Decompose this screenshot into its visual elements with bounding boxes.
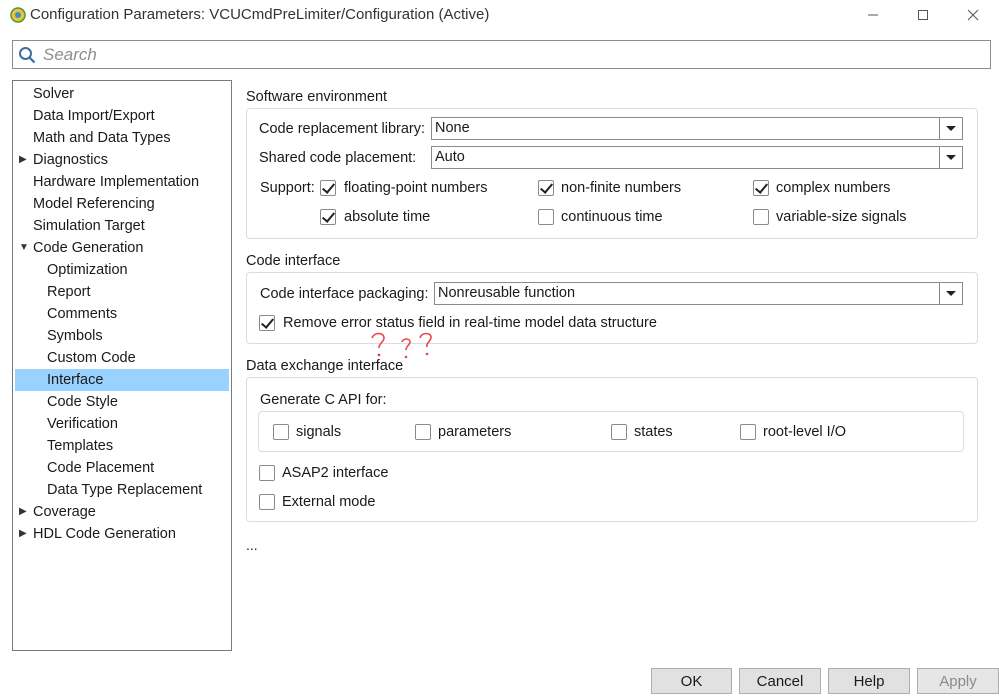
floating-point-label: floating-point numbers [344,180,488,196]
dropdown-arrow-icon[interactable] [939,118,962,139]
asap2-checkbox[interactable] [259,465,275,481]
tree-item-simulation-target[interactable]: Simulation Target [33,215,145,237]
states-checkbox[interactable] [611,424,627,440]
apply-button[interactable]: Apply [917,668,999,694]
non-finite-label: non-finite numbers [561,180,682,196]
continuous-time-checkbox[interactable] [538,209,554,225]
code-interface-packaging-dropdown[interactable]: Nonreusable function [434,282,963,305]
tree-item-model-referencing[interactable]: Model Referencing [33,193,155,215]
minimize-icon [868,14,878,16]
states-label: states [634,424,673,440]
external-mode-label: External mode [282,494,376,510]
data-exchange-title: Data exchange interface [246,358,404,374]
window-title: Configuration Parameters: VCUCmdPreLimit… [30,6,490,23]
search-icon [19,47,36,64]
expand-arrow-icon[interactable]: ▶ [19,149,27,171]
complex-checkbox[interactable] [753,180,769,196]
root-level-io-checkbox[interactable] [740,424,756,440]
tree-item-custom-code[interactable]: Custom Code [47,347,136,369]
generate-c-api-label: Generate C API for: [260,392,387,408]
tree-item-optimization[interactable]: Optimization [47,259,128,281]
shared-code-placement-label: Shared code placement: [259,150,417,166]
parameters-label: parameters [438,424,512,440]
signals-label: signals [296,424,342,440]
code-interface-title: Code interface [246,253,341,269]
tree-item-templates[interactable]: Templates [47,435,113,457]
tree-item-hardware-implementation[interactable]: Hardware Implementation [33,171,199,193]
tree-item-data-import-export[interactable]: Data Import/Export [33,105,155,127]
maximize-icon [918,10,928,20]
tree-item-code-style[interactable]: Code Style [47,391,118,413]
expand-arrow-icon[interactable]: ▶ [19,523,27,545]
non-finite-checkbox[interactable] [538,180,554,196]
collapse-arrow-icon[interactable]: ▼ [19,237,29,259]
support-label: Support: [260,180,315,196]
tree-item-code-generation[interactable]: ▼ Code Generation [19,237,143,259]
tree-item-diagnostics[interactable]: ▶ Diagnostics [19,149,108,171]
ok-button[interactable]: OK [651,668,732,694]
tree-item-comments[interactable]: Comments [47,303,117,325]
remove-error-status-checkbox[interactable] [259,315,275,331]
absolute-time-checkbox[interactable] [320,209,336,225]
tree-item-report[interactable]: Report [47,281,91,303]
expand-arrow-icon[interactable]: ▶ [19,501,27,523]
tree-item-coverage[interactable]: ▶ Coverage [19,501,96,523]
more-options-ellipsis[interactable]: ... [246,537,258,553]
variable-size-checkbox[interactable] [753,209,769,225]
tree-item-verification[interactable]: Verification [47,413,118,435]
cancel-button[interactable]: Cancel [739,668,821,694]
parameters-checkbox[interactable] [415,424,431,440]
close-button[interactable] [950,0,996,30]
help-button[interactable]: Help [828,668,910,694]
root-level-io-label: root-level I/O [763,424,846,440]
search-box[interactable] [12,40,991,69]
search-input[interactable] [43,43,983,66]
variable-size-label: variable-size signals [776,209,907,225]
continuous-time-label: continuous time [561,209,663,225]
title-bar: Configuration Parameters: VCUCmdPreLimit… [0,0,999,30]
remove-error-status-label: Remove error status field in real-time m… [283,315,657,331]
close-icon [967,9,979,21]
code-replacement-library-dropdown[interactable]: None [431,117,963,140]
floating-point-checkbox[interactable] [320,180,336,196]
dropdown-arrow-icon[interactable] [939,283,962,304]
tree-item-hdl-code-generation[interactable]: ▶ HDL Code Generation [19,523,176,545]
complex-label: complex numbers [776,180,891,196]
external-mode-checkbox[interactable] [259,494,275,510]
code-replacement-library-label: Code replacement library: [259,121,426,137]
absolute-time-label: absolute time [344,209,431,225]
tree-item-data-type-replacement[interactable]: Data Type Replacement [47,479,202,501]
minimize-button[interactable] [850,0,896,30]
tree-item-solver[interactable]: Solver [33,83,74,105]
signals-checkbox[interactable] [273,424,289,440]
matlab-config-icon [10,7,26,23]
shared-code-placement-dropdown[interactable]: Auto [431,146,963,169]
code-interface-packaging-label: Code interface packaging: [260,286,429,302]
software-environment-title: Software environment [246,89,388,105]
dropdown-arrow-icon[interactable] [939,147,962,168]
tree-item-interface[interactable]: Interface [15,369,229,391]
tree-item-symbols[interactable]: Symbols [47,325,103,347]
maximize-button[interactable] [900,0,946,30]
tree-item-math-and-data-types[interactable]: Math and Data Types [33,127,171,149]
tree-item-code-placement[interactable]: Code Placement [47,457,154,479]
category-tree[interactable]: Solver Data Import/Export Math and Data … [12,80,232,651]
asap2-label: ASAP2 interface [282,465,389,481]
